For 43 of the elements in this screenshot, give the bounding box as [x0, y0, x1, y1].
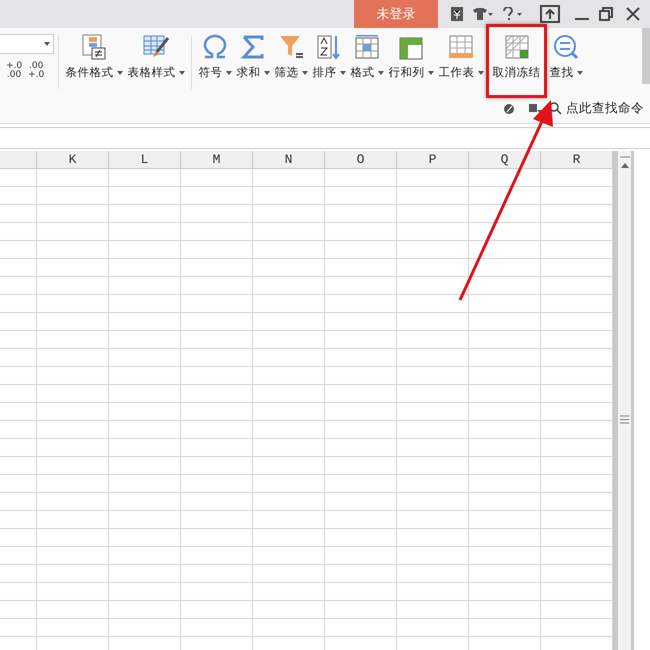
scroll-up-icon[interactable]: [620, 155, 630, 169]
ribbon-button[interactable]: 表格样式: [125, 28, 187, 90]
grip-icon: [620, 415, 629, 424]
ribbon-button[interactable]: 求和: [234, 28, 272, 90]
command-search-link[interactable]: 点此查找命令: [566, 100, 644, 117]
ribbon-button[interactable]: 符号: [196, 28, 234, 90]
ribbon-button[interactable]: 条件格式: [63, 28, 125, 90]
ribbon-button[interactable]: 查找: [547, 28, 585, 90]
column-header[interactable]: K: [37, 151, 109, 168]
ribbon-button[interactable]: 排序: [310, 28, 348, 90]
column-header[interactable]: M: [181, 151, 253, 168]
column-header[interactable]: Q: [469, 151, 541, 168]
decrease-decimal-button[interactable]: .00 +.0: [28, 62, 44, 80]
vertical-scrollbar[interactable]: [613, 151, 634, 650]
table-brush-icon: [143, 34, 169, 60]
column-header[interactable]: L: [109, 151, 181, 168]
close-icon[interactable]: [626, 7, 640, 21]
pen-icon[interactable]: [503, 102, 515, 114]
increase-decimal-button[interactable]: +.0 .00: [6, 62, 22, 80]
omega-icon: [202, 34, 228, 60]
receipt-icon[interactable]: [451, 7, 463, 21]
cell-format-icon: [356, 35, 378, 58]
column-header[interactable]: O: [325, 151, 397, 168]
ribbon-button[interactable]: 格式: [348, 28, 386, 90]
upload-icon[interactable]: [540, 5, 560, 23]
worksheet-icon: [448, 34, 474, 60]
grid-icon: [504, 34, 530, 60]
sort-icon: [316, 34, 342, 60]
search-icon: [549, 102, 562, 115]
help-icon[interactable]: [503, 7, 523, 21]
sigma-icon: [240, 34, 266, 60]
conditional-format-icon: [81, 34, 107, 60]
ribbon-button[interactable]: 筛选: [272, 28, 310, 90]
ribbon-button[interactable]: 取消冻结: [490, 28, 543, 90]
ribbon-button[interactable]: 行和列: [386, 28, 436, 90]
ribbon-button[interactable]: 工作表: [436, 28, 486, 90]
search-icon: [553, 34, 579, 60]
filter-icon: [278, 34, 304, 60]
column-header[interactable]: P: [397, 151, 469, 168]
shirt-icon[interactable]: [473, 8, 493, 20]
column-header[interactable]: N: [253, 151, 325, 168]
caret-icon: [44, 42, 50, 46]
restore-icon[interactable]: [599, 7, 613, 21]
